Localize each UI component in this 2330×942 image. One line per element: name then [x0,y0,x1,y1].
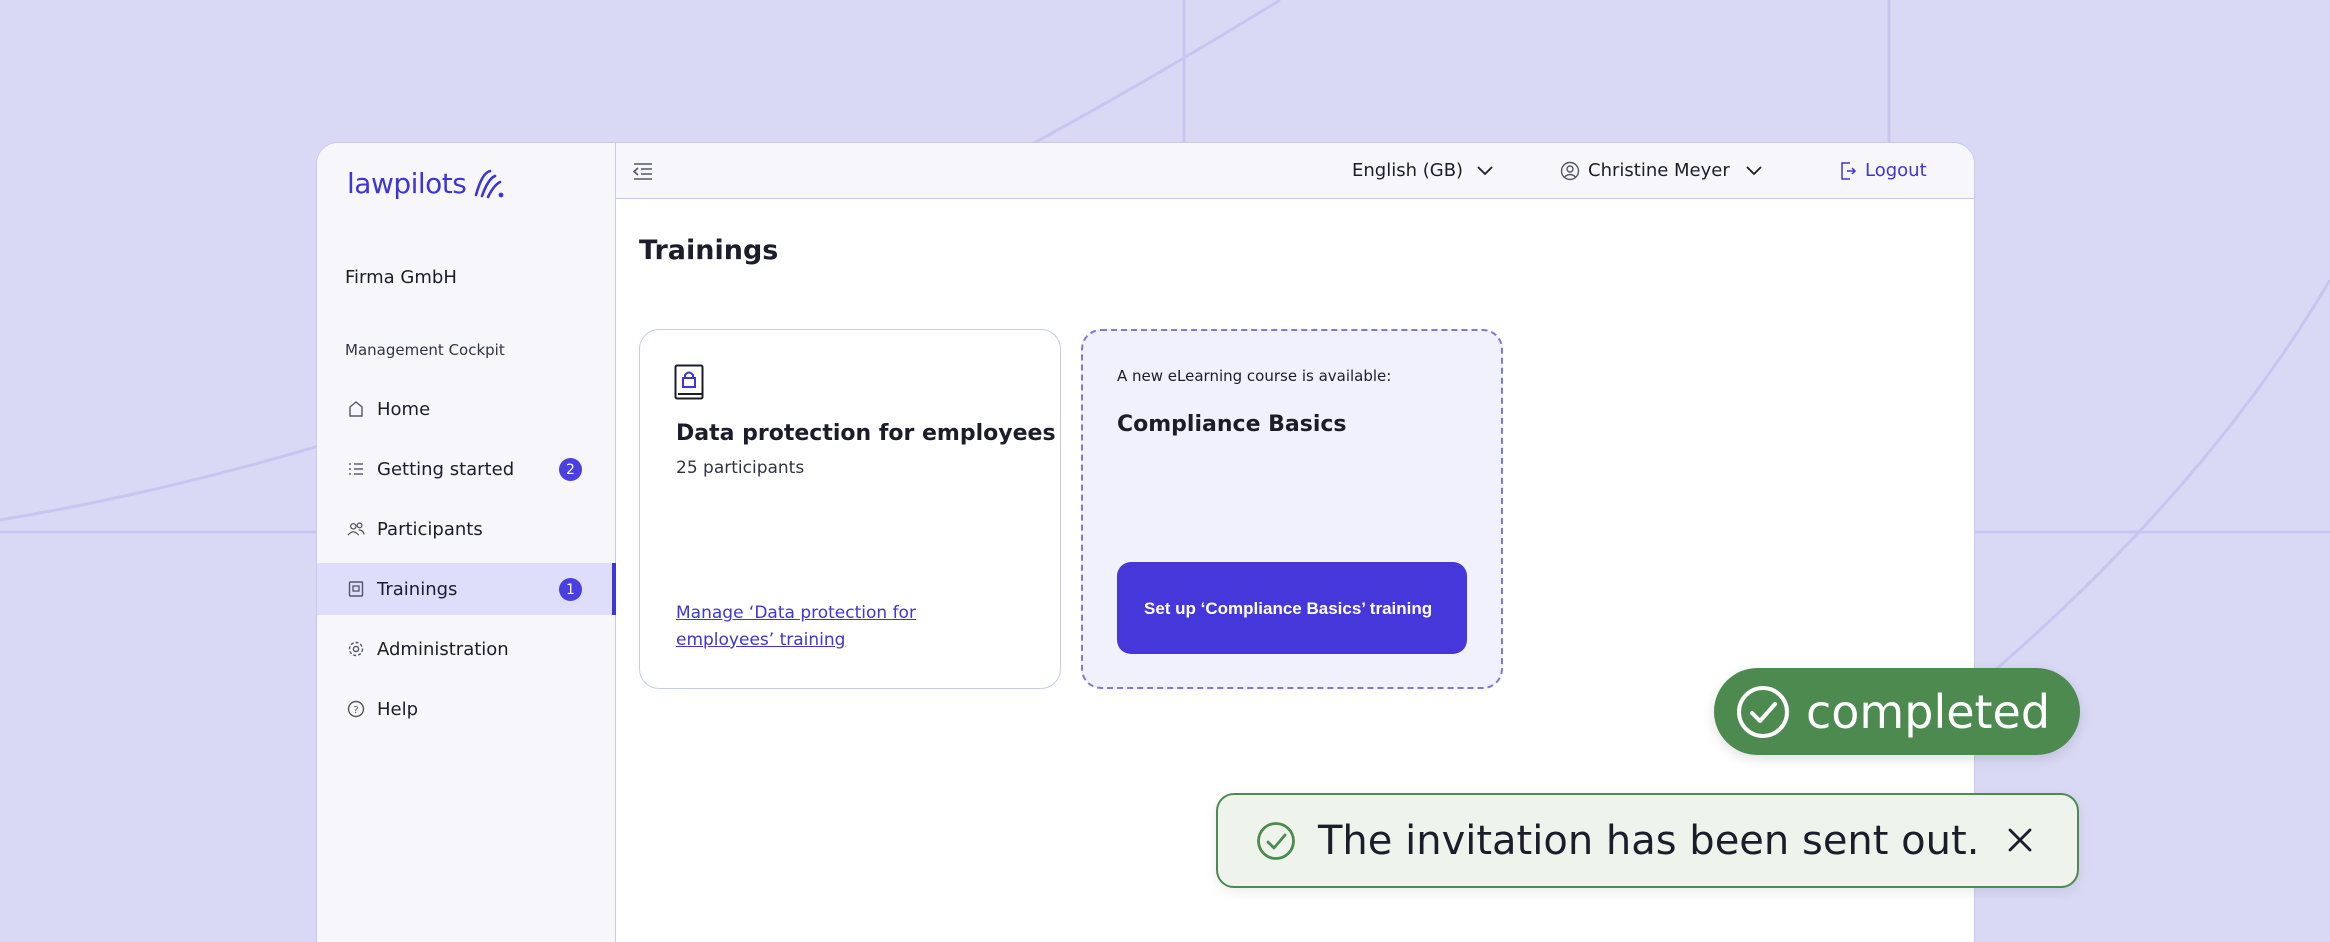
training-title: Data protection for employees [676,421,1056,446]
language-selector[interactable]: English (GB) [1352,160,1493,181]
user-name: Christine Meyer [1588,160,1730,181]
new-course-card: A new eLearning course is available: Com… [1081,329,1503,689]
manage-training-link[interactable]: Manage ‘Data protection for employees’ t… [676,600,976,654]
sidebar-item-help[interactable]: ? Help [317,683,616,735]
logout-button[interactable]: Logout [1839,160,1927,181]
collapse-menu-icon[interactable] [632,161,654,181]
completed-label: completed [1806,684,2051,739]
chevron-down-icon [1746,165,1762,175]
sidebar: lawpilots Firma GmbH Management Cockpit … [317,143,616,942]
trainings-badge: 1 [559,578,582,601]
sidebar-item-label: Trainings [377,578,458,600]
company-name: Firma GmbH [345,267,457,288]
sidebar-item-label: Getting started [377,458,515,480]
user-icon [1560,161,1580,180]
sidebar-item-home[interactable]: Home [317,383,616,435]
users-icon [347,520,365,538]
logo[interactable]: lawpilots [347,167,504,200]
sidebar-item-label: Administration [377,638,509,660]
sidebar-item-trainings[interactable]: Trainings 1 [317,563,616,615]
training-card: Data protection for employees 25 partici… [639,329,1061,689]
user-menu[interactable]: Christine Meyer [1560,160,1762,181]
gear-icon [347,640,365,658]
sidebar-nav: Home Getting started 2 Participants Trai… [317,383,616,743]
home-icon [347,400,365,418]
section-label: Management Cockpit [345,341,505,359]
sidebar-item-getting-started[interactable]: Getting started 2 [317,443,616,495]
logo-text: lawpilots [347,167,467,200]
svg-text:?: ? [353,705,358,716]
sidebar-item-administration[interactable]: Administration [317,623,616,675]
page-title: Trainings [639,235,779,266]
sidebar-item-label: Participants [377,518,483,540]
new-course-label: A new eLearning course is available: [1117,367,1392,385]
list-icon [347,460,365,478]
top-bar: English (GB) Christine Meyer Logout [616,143,1974,199]
participants-count: 25 participants [676,458,805,478]
close-icon[interactable] [2007,827,2033,853]
setup-training-button[interactable]: Set up ‘Compliance Basics’ training [1117,562,1467,654]
sidebar-item-label: Help [377,698,419,720]
sidebar-item-participants[interactable]: Participants [317,503,616,555]
logo-mark-icon [475,169,504,198]
check-circle-icon [1737,685,1789,738]
new-course-title: Compliance Basics [1117,412,1347,437]
completed-badge: completed [1714,668,2080,755]
sidebar-item-label: Home [377,398,431,420]
help-icon: ? [347,700,365,718]
logout-label: Logout [1865,160,1927,181]
getting-started-badge: 2 [559,458,582,481]
logout-icon [1841,161,1857,180]
toast-message: The invitation has been sent out. [1318,817,1980,864]
training-book-icon [674,364,704,400]
chevron-down-icon [1477,165,1493,175]
language-label: English (GB) [1352,160,1464,181]
check-circle-icon [1257,821,1295,860]
training-icon [347,580,365,598]
success-toast: The invitation has been sent out. [1216,793,2079,888]
